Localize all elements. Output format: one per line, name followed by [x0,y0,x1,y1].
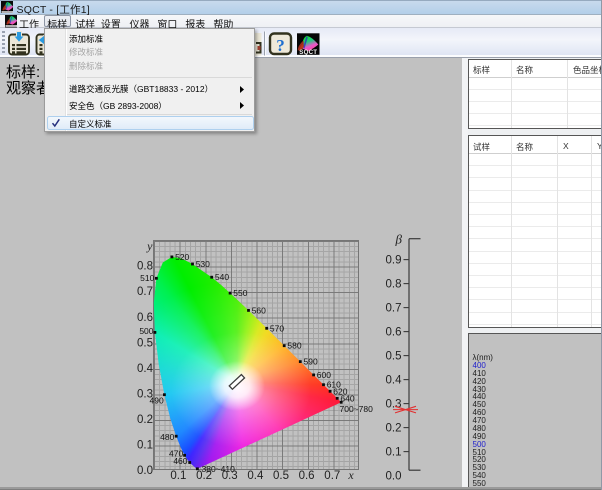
svg-text:0.7: 0.7 [324,470,340,482]
svg-text:0.8: 0.8 [137,261,153,273]
svg-text:500: 500 [139,326,153,336]
svg-text:β: β [395,232,403,247]
svg-text:470: 470 [169,449,183,459]
svg-text:0.2: 0.2 [386,423,402,435]
svg-text:0.4: 0.4 [247,470,264,482]
svg-text:0.4: 0.4 [386,375,403,387]
svg-text:510: 510 [140,273,154,283]
svg-text:0.1: 0.1 [386,447,402,459]
svg-text:0.3: 0.3 [386,399,402,411]
svg-text:0.9: 0.9 [386,255,402,267]
svg-text:560: 560 [252,305,266,315]
svg-text:0.5: 0.5 [386,351,402,363]
svg-text:0.1: 0.1 [170,470,186,482]
svg-text:570: 570 [270,323,284,333]
svg-text:0.6: 0.6 [137,312,153,324]
svg-text:0.5: 0.5 [273,470,289,482]
svg-text:y: y [146,239,153,253]
svg-text:0.1: 0.1 [137,440,153,452]
svg-text:520: 520 [175,252,189,262]
svg-text:590: 590 [304,357,318,367]
svg-text:580: 580 [287,341,301,351]
svg-text:x: x [347,468,354,482]
svg-text:0.0: 0.0 [386,471,402,483]
svg-text:SQCT: SQCT [299,49,317,56]
svg-text:0.5: 0.5 [137,337,153,349]
svg-text:0.7: 0.7 [386,303,402,315]
svg-text:0.2: 0.2 [137,414,153,426]
svg-text:0.4: 0.4 [137,363,154,375]
svg-text:600: 600 [317,370,331,380]
svg-text:0.3: 0.3 [137,389,153,401]
svg-text:0.8: 0.8 [386,279,402,291]
svg-text:540: 540 [215,272,229,282]
svg-text:?: ? [276,36,285,55]
svg-text:0.2: 0.2 [196,470,212,482]
svg-text:700~780: 700~780 [340,404,374,414]
svg-text:0.6: 0.6 [386,327,402,339]
svg-text:0.6: 0.6 [299,470,315,482]
svg-text:0.7: 0.7 [137,286,153,298]
svg-text:0.3: 0.3 [222,470,238,482]
svg-text:640: 640 [340,393,354,403]
svg-text:0.0: 0.0 [137,465,153,477]
svg-text:550: 550 [233,288,247,298]
svg-text:480: 480 [160,432,174,442]
svg-text:530: 530 [196,259,210,269]
